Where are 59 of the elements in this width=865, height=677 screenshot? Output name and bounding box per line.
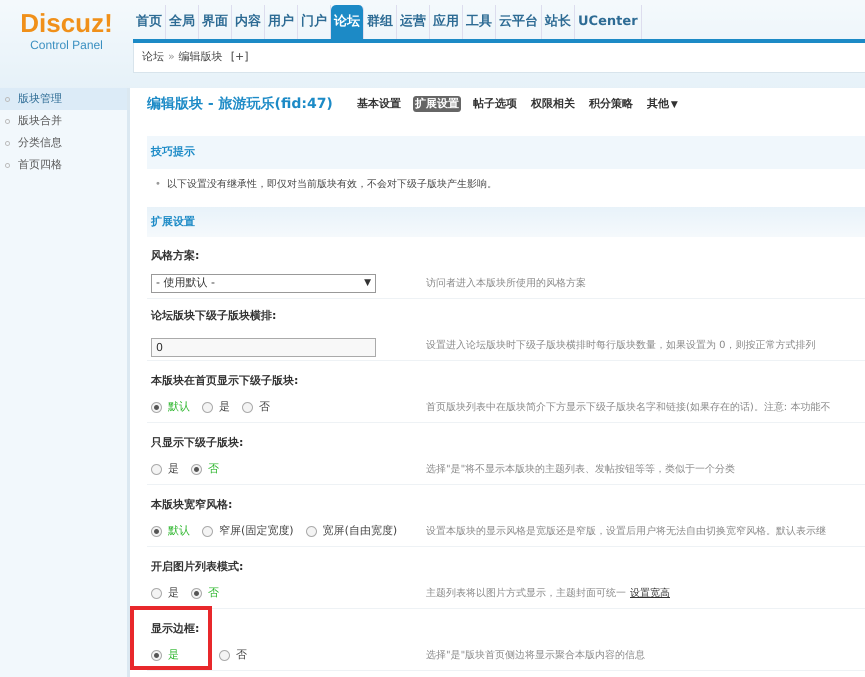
settings-tab[interactable]: 其他 ▼ xyxy=(644,96,680,112)
setting-label: 本版块宽窄风格: xyxy=(151,498,232,512)
breadcrumb-link[interactable]: 论坛 xyxy=(142,49,164,66)
add-shortcut-link[interactable]: [+] xyxy=(230,49,249,66)
nav-tab[interactable]: 站长 xyxy=(542,5,575,39)
breadcrumb-separator: » xyxy=(168,49,175,66)
radio-option[interactable]: 否 xyxy=(219,647,247,664)
logo-subtitle: Control Panel xyxy=(30,37,103,54)
setting-label: 显示边框: xyxy=(151,622,200,636)
nav-tab[interactable]: 界面 xyxy=(199,5,232,39)
nav-tab[interactable]: 工具 xyxy=(463,5,496,39)
nav-tab[interactable]: 论坛 xyxy=(331,5,364,39)
radio-option[interactable]: 宽屏(自由宽度) xyxy=(306,523,398,540)
nav-tab[interactable]: 运营 xyxy=(397,5,430,39)
tip-text: 以下设置没有继承性，即仅对当前版块有效，不会对下级子版块产生影响。 xyxy=(166,178,497,192)
nav-tab[interactable]: 应用 xyxy=(430,5,463,39)
nav-tab[interactable]: 全局 xyxy=(166,5,199,39)
settings-tab[interactable]: 权限相关 xyxy=(528,96,577,112)
sidebar-item[interactable]: 版块合并 xyxy=(0,110,127,132)
sidebar-item[interactable]: 版块管理 xyxy=(0,88,127,110)
page-title: 编辑版块 - 旅游玩乐(fid:47) xyxy=(147,94,333,114)
settings-tab[interactable]: 基本设置 xyxy=(354,96,403,112)
style-select[interactable]: - 使用默认 - ▼ xyxy=(151,274,376,293)
nav-tab[interactable]: 内容 xyxy=(232,5,265,39)
setting-label: 风格方案: xyxy=(151,249,200,262)
setting-label: 开启图片列表模式: xyxy=(151,560,244,574)
sidebar-item[interactable]: 分类信息 xyxy=(0,132,127,154)
section-header: 扩展设置 xyxy=(147,207,865,237)
settings-tab[interactable]: 帖子选项 xyxy=(470,96,519,112)
setting-description: 设置本版块的显示风格是宽版还是窄版，设置后用户将无法自由切换宽窄风格。默认表示继 xyxy=(426,524,826,539)
radio-option[interactable]: 窄屏(固定宽度) xyxy=(202,523,294,540)
radio-option[interactable]: 是 xyxy=(151,585,179,602)
setting-label: 论坛版块下级子版块横排: xyxy=(151,308,276,322)
setting-description: 设置进入论坛版块时下级子版块横排时每行版块数量，如果设置为 0，则按正常方式排列 xyxy=(426,338,816,353)
setting-description: 选择"是"版块首页侧边将显示聚合本版内容的信息 xyxy=(426,648,646,663)
set-size-link[interactable]: 设置宽高 xyxy=(630,588,670,599)
settings-tab[interactable]: 积分策略 xyxy=(586,96,635,112)
number-input-field[interactable]: 0 xyxy=(151,338,376,356)
setting-description: 主题列表将以图片方式显示，主题封面可统一 设置宽高 xyxy=(426,586,670,601)
setting-description: 选择"是"将不显示本版块的主题列表、发帖按钮等等，类似于一个分类 xyxy=(426,462,736,477)
breadcrumb-current: 编辑版块 xyxy=(178,49,223,66)
nav-tab[interactable]: 首页 xyxy=(133,5,166,39)
dropdown-icon: ▼ xyxy=(364,276,371,290)
nav-tab[interactable]: 群组 xyxy=(364,5,397,39)
nav-tab[interactable]: 云平台 xyxy=(496,5,542,39)
setting-description: 首页版块列表中在版块简介下方显示下级子版块名字和链接(如果存在的话)。注意: 本功能不 xyxy=(426,400,830,415)
tips-header: 技巧提示 xyxy=(147,136,865,169)
nav-tab[interactable]: UCenter xyxy=(575,5,642,39)
radio-option[interactable]: 否 xyxy=(242,399,270,416)
sidebar-item[interactable]: 首页四格 xyxy=(0,154,127,176)
logo-title: Discuz! xyxy=(20,10,113,36)
setting-label: 本版块在首页显示下级子版块: xyxy=(151,374,298,388)
bullet: • xyxy=(155,178,161,192)
setting-description: 访问者进入本版块所使用的风格方案 xyxy=(426,276,586,291)
nav-tab[interactable]: 用户 xyxy=(265,5,298,39)
settings-tab[interactable]: 扩展设置 xyxy=(412,96,461,112)
setting-label: 只显示下级子版块: xyxy=(151,436,244,450)
radio-option[interactable]: 是 xyxy=(151,461,179,478)
radio-option[interactable]: 是 xyxy=(202,399,230,416)
